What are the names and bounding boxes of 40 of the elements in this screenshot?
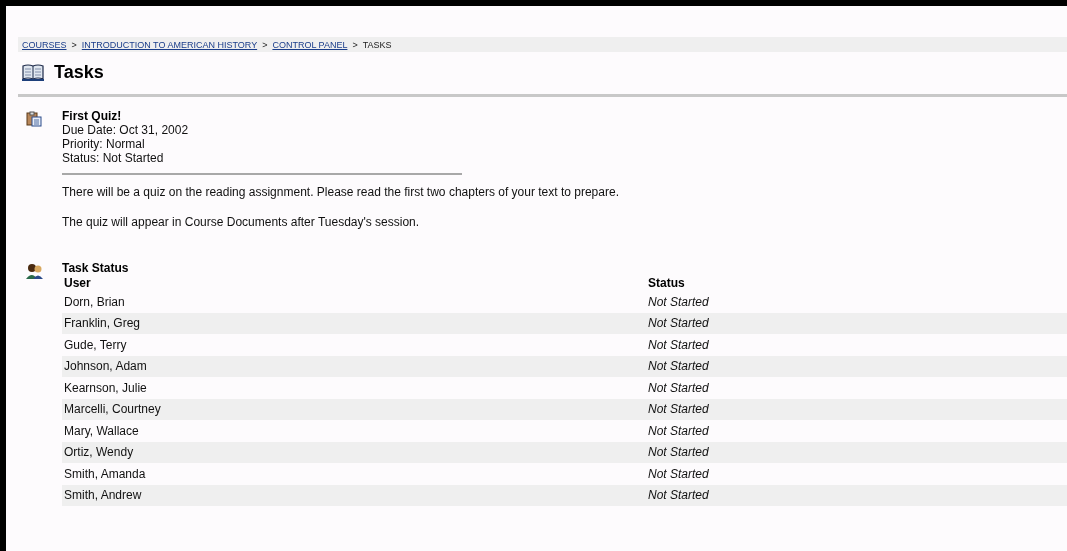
breadcrumb-current: TASKS — [362, 39, 392, 50]
breadcrumb-link[interactable]: INTRODUCTION TO AMERICAN HISTORY — [81, 39, 258, 50]
user-name: Kearnson, Julie — [63, 380, 148, 395]
breadcrumb-separator: > — [352, 39, 358, 50]
status-text: Not Started — [647, 423, 710, 438]
clipboard-icon — [26, 111, 42, 127]
user-name: Ortiz, Wendy — [63, 445, 135, 460]
user-name: Franklin, Greg — [63, 316, 142, 331]
user-name: Mary, Wallace — [63, 423, 140, 438]
column-header: Status — [647, 276, 686, 290]
status-text: Not Started — [647, 466, 710, 481]
status-text: Not Started — [647, 488, 710, 503]
status-text: Not Started — [647, 337, 710, 352]
task-detail: Status: Not Started — [62, 151, 165, 165]
task-description: There will be a quiz on the reading assignment. Please read the first two chapters of your text to prepare. — [62, 185, 620, 199]
user-name: Johnson, Adam — [63, 359, 148, 374]
user-name: Marcelli, Courtney — [63, 402, 162, 417]
column-header: User — [63, 276, 92, 290]
status-text: Not Started — [647, 402, 710, 417]
section-title: Task Status — [62, 261, 130, 275]
user-name: Dorn, Brian — [63, 294, 126, 309]
status-text: Not Started — [647, 316, 710, 331]
breadcrumb-link[interactable]: CONTROL PANEL — [272, 39, 348, 50]
status-text: Not Started — [647, 359, 710, 374]
status-text: Not Started — [647, 294, 710, 309]
user-name: Smith, Amanda — [63, 466, 147, 481]
task-title: First Quiz! — [62, 109, 123, 123]
breadcrumb-separator: > — [71, 39, 77, 50]
breadcrumb-separator: > — [262, 39, 268, 50]
task-description: The quiz will appear in Course Documents after Tuesday's session. — [62, 215, 421, 229]
book-icon — [22, 63, 44, 81]
people-icon — [26, 263, 44, 279]
task-detail: Due Date: Oct 31, 2002 — [62, 123, 190, 137]
status-text: Not Started — [647, 380, 710, 395]
user-name: Gude, Terry — [63, 337, 128, 352]
breadcrumb-link[interactable]: COURSES — [22, 39, 67, 50]
task-detail: Priority: Normal — [62, 137, 146, 151]
user-name: Smith, Andrew — [63, 488, 143, 503]
status-text: Not Started — [647, 445, 710, 460]
page-title: Tasks — [54, 61, 104, 83]
